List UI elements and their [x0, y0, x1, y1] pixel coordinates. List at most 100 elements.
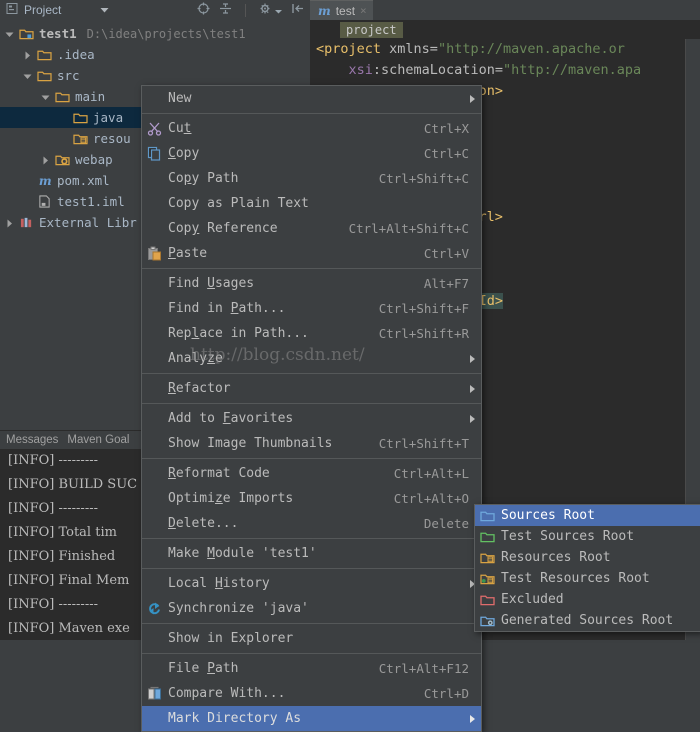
mark-directory-as-submenu[interactable]: Sources Root Test Sources Root Resources R…	[474, 504, 700, 632]
tree-node-label: .idea	[57, 47, 95, 62]
menu-item-shortcut: Ctrl+Alt+L	[393, 466, 469, 481]
menu-item-refactor[interactable]: Refactor	[142, 376, 481, 401]
menu-separator	[142, 538, 481, 539]
menu-item-replace-in-path[interactable]: Replace in Path... Ctrl+Shift+R	[142, 321, 481, 346]
menu-item-shortcut: Ctrl+Alt+O	[393, 491, 469, 506]
tab-test[interactable]: m test ×	[310, 0, 373, 20]
tree-node-src[interactable]: src	[0, 65, 310, 86]
menu-item-cut[interactable]: Cut Ctrl+X	[142, 116, 481, 141]
context-menu[interactable]: New Cut Ctrl+X Copy Ctrl+C Copy Path Ctrl+Shif…	[141, 85, 482, 732]
menu-item-shortcut: Ctrl+X	[423, 121, 469, 136]
chevron-down-icon[interactable]	[4, 28, 15, 39]
menu-item-delete[interactable]: Delete... Delete	[142, 511, 481, 536]
messages-tab[interactable]: Messages	[6, 434, 58, 446]
menu-item-new[interactable]: New	[142, 86, 481, 111]
tree-node-test1[interactable]: test1 D:\idea\projects\test1	[0, 23, 310, 44]
compare-icon	[147, 686, 162, 701]
menu-item-shortcut: Delete	[423, 516, 469, 531]
tree-node-label: External Libr	[39, 215, 137, 230]
menu-item-find-in-path[interactable]: Find in Path... Ctrl+Shift+F	[142, 296, 481, 321]
submenu-item-generated-sources-root[interactable]: Generated Sources Root	[475, 610, 700, 631]
close-icon[interactable]: ×	[360, 4, 367, 17]
menu-separator	[142, 403, 481, 404]
chevron-down-icon[interactable]	[40, 91, 51, 102]
tree-node-idea[interactable]: .idea	[0, 44, 310, 65]
submenu-item-test-sources-root[interactable]: Test Sources Root	[475, 526, 700, 547]
menu-item-label: Synchronize 'java'	[168, 601, 309, 616]
menu-item-shortcut: Ctrl+Alt+Shift+C	[348, 221, 469, 236]
menu-item-label: Compare With...	[168, 686, 286, 701]
code-line: <project xmlns="http://maven.apache.or	[316, 41, 625, 57]
gear-dropdown-arrow-icon[interactable]	[275, 3, 282, 17]
settings-gear-icon[interactable]	[259, 2, 272, 18]
maven-file-icon: m	[37, 174, 52, 188]
submenu-item-label: Resources Root	[501, 550, 611, 565]
menu-item-show-in-explorer[interactable]: Show in Explorer	[142, 626, 481, 651]
project-panel-title: Project	[24, 3, 62, 17]
scissors-icon	[147, 121, 162, 136]
menu-item-copy[interactable]: Copy Ctrl+C	[142, 141, 481, 166]
menu-item-file-path[interactable]: File Path Ctrl+Alt+F12	[142, 656, 481, 681]
menu-item-show-image-thumbnails[interactable]: Show Image Thumbnails Ctrl+Shift+T	[142, 431, 481, 456]
submenu-item-excluded[interactable]: Excluded	[475, 589, 700, 610]
submenu-item-resources-root[interactable]: Resources Root	[475, 547, 700, 568]
chevron-down-icon[interactable]	[100, 3, 109, 17]
submenu-item-sources-root[interactable]: Sources Root	[475, 505, 700, 526]
folder-icon	[37, 69, 52, 82]
menu-separator	[142, 373, 481, 374]
menu-item-shortcut: Ctrl+V	[423, 246, 469, 261]
tree-arrow-placeholder	[58, 133, 69, 144]
menu-item-local-history[interactable]: Local History	[142, 571, 481, 596]
menu-separator	[142, 458, 481, 459]
generated-folder-icon	[480, 614, 495, 627]
menu-separator	[142, 113, 481, 114]
breadcrumb[interactable]: project	[310, 20, 700, 39]
toolbar-divider	[245, 3, 246, 17]
paste-icon	[147, 246, 162, 261]
tree-node-label: webap	[75, 152, 113, 167]
menu-item-label: Show in Explorer	[168, 631, 294, 646]
menu-item-copy-as-plain-text[interactable]: Copy as Plain Text	[142, 191, 481, 216]
webapp-folder-icon	[55, 153, 70, 166]
menu-item-optimize-imports[interactable]: Optimize Imports Ctrl+Alt+O	[142, 486, 481, 511]
tree-arrow-placeholder	[22, 196, 33, 207]
resources-folder-icon	[73, 132, 88, 145]
menu-item-compare-with[interactable]: Compare With... Ctrl+D	[142, 681, 481, 706]
menu-item-shortcut: Ctrl+Alt+F12	[378, 661, 469, 676]
submenu-arrow-icon	[470, 715, 475, 723]
menu-item-label: New	[168, 91, 192, 106]
menu-item-label: Cut	[168, 121, 192, 136]
menu-item-label: Reformat Code	[168, 466, 270, 481]
project-window-icon	[6, 2, 19, 18]
breadcrumb-item-project[interactable]: project	[340, 21, 403, 38]
chevron-down-icon[interactable]	[22, 70, 33, 81]
menu-item-label: Local History	[168, 576, 270, 591]
menu-item-label: Add to Favorites	[168, 411, 294, 426]
submenu-item-test-resources-root[interactable]: Test Resources Root	[475, 568, 700, 589]
chevron-right-icon[interactable]	[22, 49, 33, 60]
chevron-right-icon[interactable]	[4, 217, 15, 228]
expand-icon[interactable]	[219, 2, 232, 18]
menu-item-label: Copy as Plain Text	[168, 196, 309, 211]
menu-item-copy-reference[interactable]: Copy Reference Ctrl+Alt+Shift+C	[142, 216, 481, 241]
menu-item-synchronize-java[interactable]: Synchronize 'java'	[142, 596, 481, 621]
menu-item-reformat-code[interactable]: Reformat Code Ctrl+Alt+L	[142, 461, 481, 486]
chevron-right-icon[interactable]	[40, 154, 51, 165]
menu-item-paste[interactable]: Paste Ctrl+V	[142, 241, 481, 266]
test-resources-folder-icon	[480, 572, 495, 585]
collapse-all-icon[interactable]	[197, 2, 210, 18]
menu-item-label: Analyze	[168, 351, 223, 366]
menu-separator	[142, 623, 481, 624]
menu-item-copy-path[interactable]: Copy Path Ctrl+Shift+C	[142, 166, 481, 191]
submenu-arrow-icon	[470, 355, 475, 363]
maven-goal-tab[interactable]: Maven Goal	[67, 434, 129, 446]
menu-item-add-to-favorites[interactable]: Add to Favorites	[142, 406, 481, 431]
folder-icon	[37, 48, 52, 61]
editor-tab-bar: m test ×	[310, 0, 700, 20]
hide-panel-icon[interactable]	[291, 2, 304, 18]
menu-item-make-module-test1[interactable]: Make Module 'test1'	[142, 541, 481, 566]
menu-item-find-usages[interactable]: Find Usages Alt+F7	[142, 271, 481, 296]
synchronize-icon	[147, 601, 162, 616]
menu-item-mark-directory-as[interactable]: Mark Directory As	[142, 706, 481, 731]
menu-item-analyze[interactable]: Analyze	[142, 346, 481, 371]
